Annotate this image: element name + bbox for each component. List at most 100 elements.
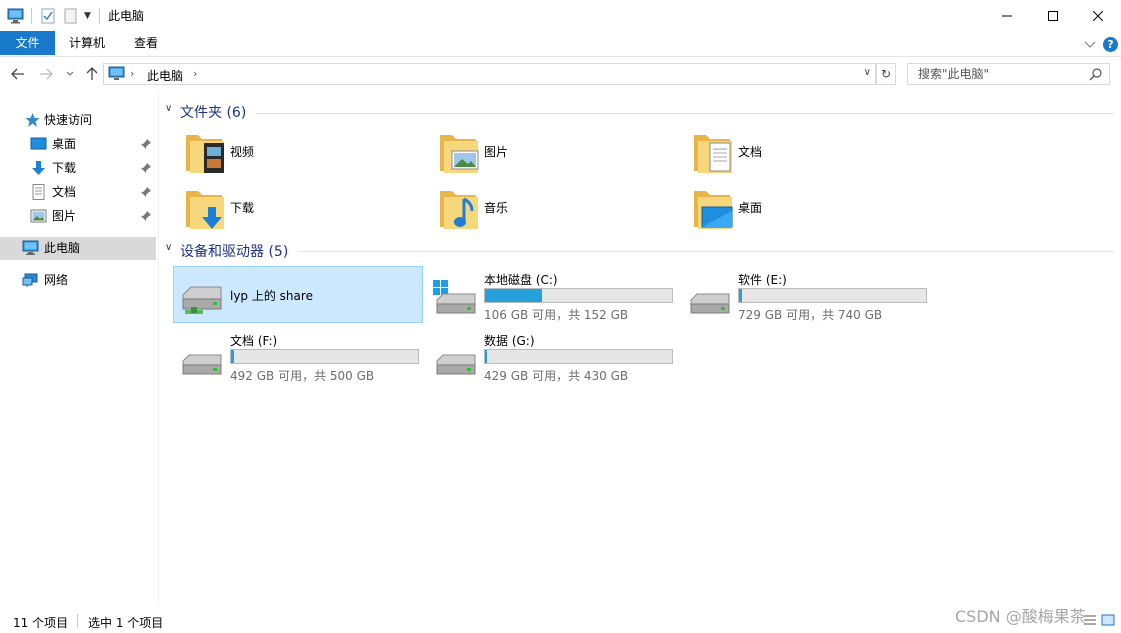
sidebar-item-label: 下载 [52, 161, 77, 175]
forward-arrow-icon [40, 68, 53, 80]
downloads-folder-icon [186, 191, 224, 229]
drive-usage-bar [484, 349, 673, 364]
minimize-button[interactable] [984, 0, 1030, 31]
folder-label: 视频 [230, 145, 255, 159]
search-input[interactable]: 搜索"此电脑" [907, 63, 1110, 85]
breadcrumb-chevron-icon[interactable]: › [193, 67, 197, 80]
new-folder-icon[interactable] [64, 7, 77, 25]
close-button[interactable] [1075, 0, 1121, 31]
desktop-icon [30, 137, 47, 150]
pin-icon[interactable] [141, 211, 151, 221]
section-header-drives[interactable]: ∨ 设备和驱动器 (5) [163, 241, 323, 261]
selection-count: 选中 1 个项目 [88, 616, 164, 630]
close-icon [1093, 10, 1103, 21]
sidebar-item-downloads[interactable]: 下载 [0, 157, 158, 179]
drive-item-c[interactable]: 本地磁盘 (C:) 106 GB 可用，共 152 GB [428, 266, 678, 323]
section-title: 设备和驱动器 (5) [180, 244, 289, 260]
sidebar-item-label: 图片 [52, 209, 77, 223]
folder-item-music[interactable]: 音乐 [428, 183, 682, 233]
toolbar-divider [99, 8, 100, 24]
sidebar-item-documents[interactable]: 文档 [0, 181, 158, 203]
pane-divider[interactable] [158, 90, 159, 605]
drive-usage-bar [484, 288, 673, 303]
properties-icon[interactable] [41, 7, 55, 25]
chevron-down-icon[interactable]: ∨ [165, 242, 172, 253]
music-folder-icon [440, 191, 478, 229]
drive-name: 本地磁盘 (C:) [484, 273, 558, 287]
refresh-button[interactable]: ↻ [876, 63, 896, 85]
drive-item-g[interactable]: 数据 (G:) 429 GB 可用，共 430 GB [428, 327, 678, 384]
pin-icon[interactable] [141, 187, 151, 197]
section-title: 文件夹 (6) [180, 105, 247, 121]
status-bar: 11 个项目 选中 1 个项目 [0, 609, 1121, 633]
drive-usage-fill [485, 289, 542, 302]
video-folder-icon [186, 135, 224, 173]
star-icon [25, 113, 40, 127]
sidebar-item-label: 桌面 [52, 137, 77, 151]
sidebar-item-network[interactable]: 网络 [0, 269, 158, 291]
recent-locations-button[interactable] [64, 66, 76, 82]
help-button[interactable]: ? [1103, 37, 1118, 52]
drive-name: 数据 (G:) [484, 334, 535, 348]
up-button[interactable] [84, 66, 100, 82]
item-count: 11 个项目 [13, 616, 69, 630]
sidebar-item-pictures[interactable]: 图片 [0, 205, 158, 227]
folder-item-videos[interactable]: 视频 [174, 127, 428, 177]
drive-icon [690, 293, 730, 314]
folder-item-documents[interactable]: 文档 [682, 127, 936, 177]
customize-toolbar-chevron-icon[interactable]: ▼ [84, 7, 93, 25]
drive-name: 软件 (E:) [738, 273, 787, 287]
back-button[interactable] [10, 66, 26, 82]
address-bar[interactable]: › 此电脑 › ∨ [103, 63, 876, 85]
breadcrumb-chevron-icon[interactable]: › [130, 67, 134, 80]
address-history-chevron-icon[interactable]: ∨ [864, 67, 871, 78]
tab-file[interactable]: 文件 [0, 31, 55, 55]
drive-name: 文档 (F:) [230, 334, 278, 348]
download-icon [32, 161, 45, 175]
picture-icon [30, 209, 47, 223]
sidebar-item-label: 文档 [52, 185, 77, 199]
sidebar-item-this-pc[interactable]: 此电脑 [0, 237, 156, 260]
pin-icon[interactable] [141, 139, 151, 149]
drive-item-f[interactable]: 文档 (F:) 492 GB 可用，共 500 GB [174, 327, 424, 384]
drive-usage-fill [739, 289, 742, 302]
breadcrumb[interactable]: 此电脑 [147, 67, 183, 84]
sidebar-item-quick-access[interactable]: 快速访问 [0, 109, 158, 131]
tab-computer[interactable]: 计算机 [60, 31, 114, 55]
network-icon [22, 273, 38, 287]
folder-item-desktop[interactable]: 桌面 [682, 183, 936, 233]
this-pc-icon[interactable] [7, 7, 24, 25]
refresh-icon: ↻ [880, 67, 892, 81]
pictures-folder-icon [440, 135, 479, 173]
chevron-down-icon[interactable]: ∨ [165, 103, 172, 114]
tab-view[interactable]: 查看 [120, 31, 172, 55]
maximize-button[interactable] [1030, 0, 1076, 31]
document-icon [32, 184, 45, 200]
sidebar-item-label: 此电脑 [44, 241, 81, 255]
folder-item-downloads[interactable]: 下载 [174, 183, 428, 233]
section-header-folders[interactable]: ∨ 文件夹 (6) [163, 102, 283, 122]
window-title: 此电脑 [108, 9, 145, 23]
folder-label: 下载 [230, 201, 255, 215]
status-divider [77, 614, 78, 628]
this-pc-icon [22, 240, 39, 255]
drive-space-info: 429 GB 可用，共 430 GB [484, 369, 629, 383]
forward-button[interactable] [38, 66, 54, 82]
sidebar-item-label: 快速访问 [44, 113, 93, 127]
section-divider [256, 113, 1114, 114]
sidebar-item-desktop[interactable]: 桌面 [0, 133, 158, 155]
drive-item-e[interactable]: 软件 (E:) 729 GB 可用，共 740 GB [682, 266, 932, 323]
drive-icon [436, 354, 476, 375]
network-share-icon [182, 286, 222, 314]
documents-folder-icon [694, 135, 732, 173]
drive-item-network-share[interactable]: lyp 上的 share [173, 266, 423, 323]
large-icons-view-icon[interactable] [1101, 614, 1115, 626]
windows-drive-icon [433, 280, 476, 314]
drive-icon [182, 354, 222, 375]
folder-item-pictures[interactable]: 图片 [428, 127, 682, 177]
desktop-folder-icon [694, 191, 733, 229]
drive-usage-bar [230, 349, 419, 364]
expand-ribbon-chevron-icon[interactable] [1083, 37, 1097, 51]
pin-icon[interactable] [141, 163, 151, 173]
drive-usage-fill [231, 350, 234, 363]
